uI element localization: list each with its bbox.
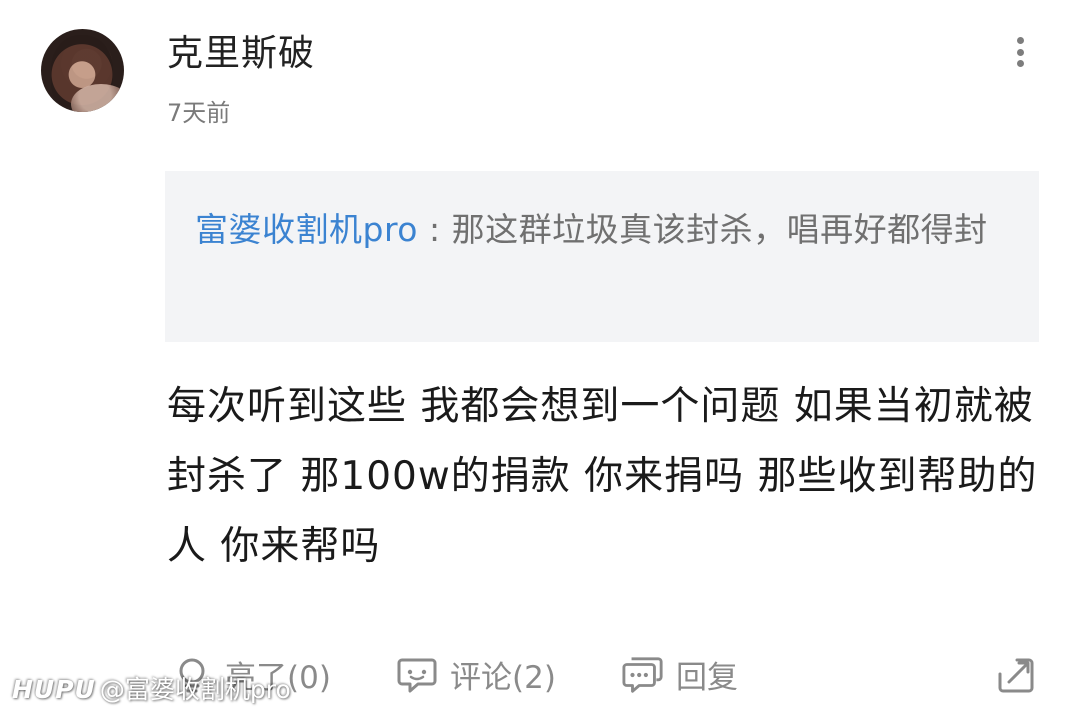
watermark: HUPU @富婆收割机pro: [12, 675, 291, 705]
comment-text: 每次听到这些 我都会想到一个问题 如果当初就被封杀了 那100w的捐款 你来捐吗…: [167, 384, 1038, 569]
more-dot: [1016, 37, 1024, 44]
avatar[interactable]: [41, 29, 124, 112]
comment-bubble-icon: [396, 654, 438, 696]
share-icon[interactable]: [995, 656, 1035, 696]
comment-label: 评论(2): [450, 660, 556, 696]
more-options-icon[interactable]: [1008, 34, 1032, 70]
quoted-author[interactable]: 富婆收割机pro: [195, 210, 418, 249]
reply-bubble-icon: [622, 654, 664, 696]
reply-label: 回复: [676, 660, 738, 696]
more-dot: [1016, 48, 1024, 56]
quoted-text: 那这群垃圾真该封杀，唱再好都得封: [451, 210, 988, 249]
quote-separator: :: [417, 210, 452, 249]
reply-button[interactable]: 回复: [622, 652, 738, 697]
username[interactable]: 克里斯破: [167, 29, 315, 79]
watermark-user: @富婆收割机pro: [99, 675, 291, 704]
comment-button[interactable]: 评论(2): [396, 652, 556, 697]
quoted-comment[interactable]: 富婆收割机pro : 那这群垃圾真该封杀，唱再好都得封: [165, 171, 1039, 342]
post-time: 7天前: [167, 99, 231, 127]
more-dot: [1016, 60, 1024, 67]
watermark-brand: HUPU: [12, 675, 96, 704]
